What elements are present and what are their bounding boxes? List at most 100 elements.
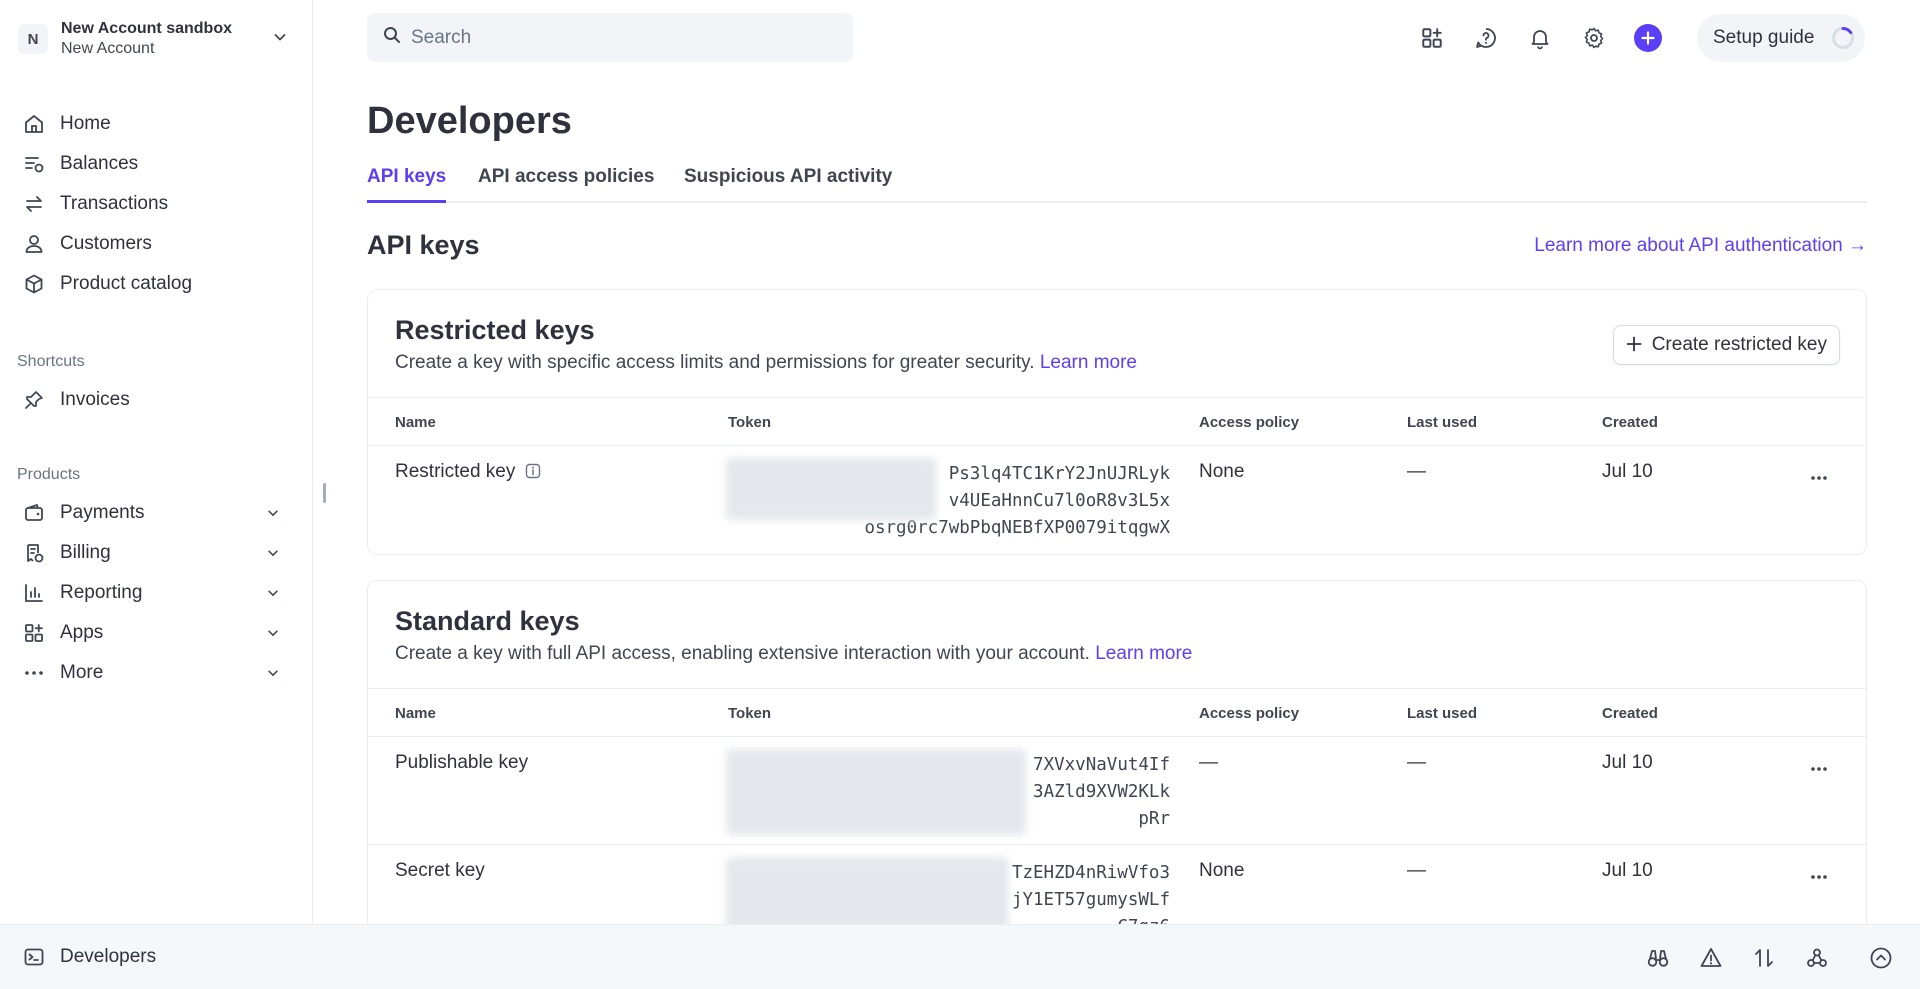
apps-grid-icon[interactable] xyxy=(1418,24,1446,52)
restricted-keys-card: Restricted keys Create a key with specif… xyxy=(367,289,1867,555)
chevron-down-icon xyxy=(266,666,280,685)
sidebar-item-label: Reporting xyxy=(60,582,143,603)
setup-guide-button[interactable]: Setup guide xyxy=(1697,14,1865,62)
description-text: Create a key with full API access, enabl… xyxy=(395,643,1090,664)
row-actions-ellipsis-icon[interactable] xyxy=(1810,759,1828,777)
card-title: Restricted keys xyxy=(395,315,595,345)
sidebar-item-label: More xyxy=(60,662,104,683)
column-header: Token xyxy=(728,705,772,722)
table-header: Name Token Access policy Last used Creat… xyxy=(368,397,1866,446)
column-header: Created xyxy=(1602,414,1658,431)
setup-guide-label: Setup guide xyxy=(1713,27,1815,48)
key-name: Restricted key xyxy=(395,461,541,485)
terminal-icon xyxy=(22,945,46,969)
chevron-down-icon xyxy=(272,29,288,50)
pin-icon xyxy=(22,388,46,412)
column-header: Name xyxy=(395,705,436,722)
sidebar-item-label: Home xyxy=(60,113,111,134)
shortcuts-nav: Invoices xyxy=(0,380,313,420)
sidebar-item-customers[interactable]: Customers xyxy=(0,224,313,264)
developers-bottom-bar: Developers xyxy=(0,924,1920,989)
plus-icon xyxy=(1626,336,1642,355)
sidebar-item-label: Customers xyxy=(60,233,152,254)
expand-up-icon[interactable] xyxy=(1868,945,1894,971)
sidebar-item-label: Product catalog xyxy=(60,273,193,294)
sidebar-item-transactions[interactable]: Transactions xyxy=(0,184,313,224)
access-policy-value: — xyxy=(1199,752,1218,773)
sidebar-item-billing[interactable]: Billing xyxy=(0,533,313,573)
help-icon[interactable] xyxy=(1472,24,1500,52)
create-plus-button[interactable] xyxy=(1634,24,1662,52)
top-toolbar xyxy=(1418,24,1662,52)
last-used-value: — xyxy=(1407,752,1426,773)
transactions-icon xyxy=(22,192,46,216)
shortcuts-heading: Shortcuts xyxy=(17,353,85,370)
product-catalog-icon xyxy=(22,272,46,296)
chevron-down-icon xyxy=(266,506,280,525)
column-header: Created xyxy=(1602,705,1658,722)
created-value: Jul 10 xyxy=(1602,461,1653,482)
learn-more-link[interactable]: Learn more xyxy=(1095,643,1192,664)
access-policy-value: None xyxy=(1199,461,1245,482)
account-subtitle: New Account xyxy=(61,40,155,57)
last-used-value: — xyxy=(1407,860,1426,881)
row-actions-ellipsis-icon[interactable] xyxy=(1810,867,1828,885)
settings-gear-icon[interactable] xyxy=(1580,24,1608,52)
sidebar-item-more[interactable]: More xyxy=(0,653,313,693)
sidebar-item-label: Payments xyxy=(60,502,145,523)
section-title: API keys xyxy=(367,230,480,260)
warning-icon[interactable] xyxy=(1698,945,1724,971)
page-title: Developers xyxy=(367,100,572,142)
sidebar-item-home[interactable]: Home xyxy=(0,104,313,144)
payments-icon xyxy=(22,501,46,525)
account-name: New Account sandbox xyxy=(61,20,232,37)
column-header: Last used xyxy=(1407,705,1478,722)
sidebar-item-label: Billing xyxy=(60,542,111,563)
sidebar-item-label: Apps xyxy=(60,622,104,643)
column-header: Access policy xyxy=(1199,414,1300,431)
tab-suspicious-api-activity[interactable]: Suspicious API activity xyxy=(684,166,892,203)
progress-ring-icon xyxy=(1831,26,1855,55)
sidebar-item-label: Invoices xyxy=(60,389,130,410)
sidebar-item-invoices[interactable]: Invoices xyxy=(0,380,313,420)
sidebar-item-label: Transactions xyxy=(60,193,169,214)
chevron-down-icon xyxy=(266,546,280,565)
access-policy-value: None xyxy=(1199,860,1245,881)
balances-icon xyxy=(22,152,46,176)
sidebar-item-payments[interactable]: Payments xyxy=(0,493,313,533)
last-used-value: — xyxy=(1407,461,1426,482)
sidebar-item-product-catalog[interactable]: Product catalog xyxy=(0,264,313,304)
search-bar[interactable] xyxy=(367,13,853,62)
sidebar-item-reporting[interactable]: Reporting xyxy=(0,573,313,613)
more-dots-icon xyxy=(22,661,46,685)
card-description: Create a key with full API access, enabl… xyxy=(395,643,1192,665)
table-row: Publishable key 7XVxvNaVut4If 3AZld9XVW2… xyxy=(368,737,1866,845)
table-row: Restricted key Ps3lq4TC1KrY2JnUJRLyk v4U… xyxy=(368,446,1866,554)
account-avatar: N xyxy=(18,24,48,54)
created-value: Jul 10 xyxy=(1602,860,1653,881)
webhooks-icon[interactable] xyxy=(1804,945,1830,971)
tab-api-access-policies[interactable]: API access policies xyxy=(478,166,654,203)
developers-label: Developers xyxy=(60,946,157,967)
token-redaction xyxy=(726,458,936,520)
sidebar-item-balances[interactable]: Balances xyxy=(0,144,313,184)
chevron-down-icon xyxy=(266,586,280,605)
sidebar-resize-handle[interactable] xyxy=(323,483,326,503)
customers-icon xyxy=(22,232,46,256)
sort-arrows-icon[interactable] xyxy=(1751,945,1777,971)
card-title: Standard keys xyxy=(395,606,580,636)
notifications-bell-icon[interactable] xyxy=(1526,24,1554,52)
account-switcher[interactable]: N New Account sandbox New Account xyxy=(18,16,288,62)
search-input[interactable] xyxy=(411,26,831,49)
row-actions-ellipsis-icon[interactable] xyxy=(1810,468,1828,486)
tab-api-keys[interactable]: API keys xyxy=(367,166,447,203)
binoculars-icon[interactable] xyxy=(1645,945,1671,971)
learn-more-link[interactable]: Learn more xyxy=(1040,352,1137,373)
column-header: Token xyxy=(728,414,772,431)
info-icon[interactable] xyxy=(525,463,541,485)
create-restricted-key-button[interactable]: Create restricted key xyxy=(1612,325,1840,365)
learn-more-api-auth-link[interactable]: Learn more about API authentication → xyxy=(1534,235,1867,257)
developers-toggle[interactable]: Developers xyxy=(22,945,156,969)
sidebar-item-apps[interactable]: Apps xyxy=(0,613,313,653)
bottom-toolbar xyxy=(1618,925,1920,989)
